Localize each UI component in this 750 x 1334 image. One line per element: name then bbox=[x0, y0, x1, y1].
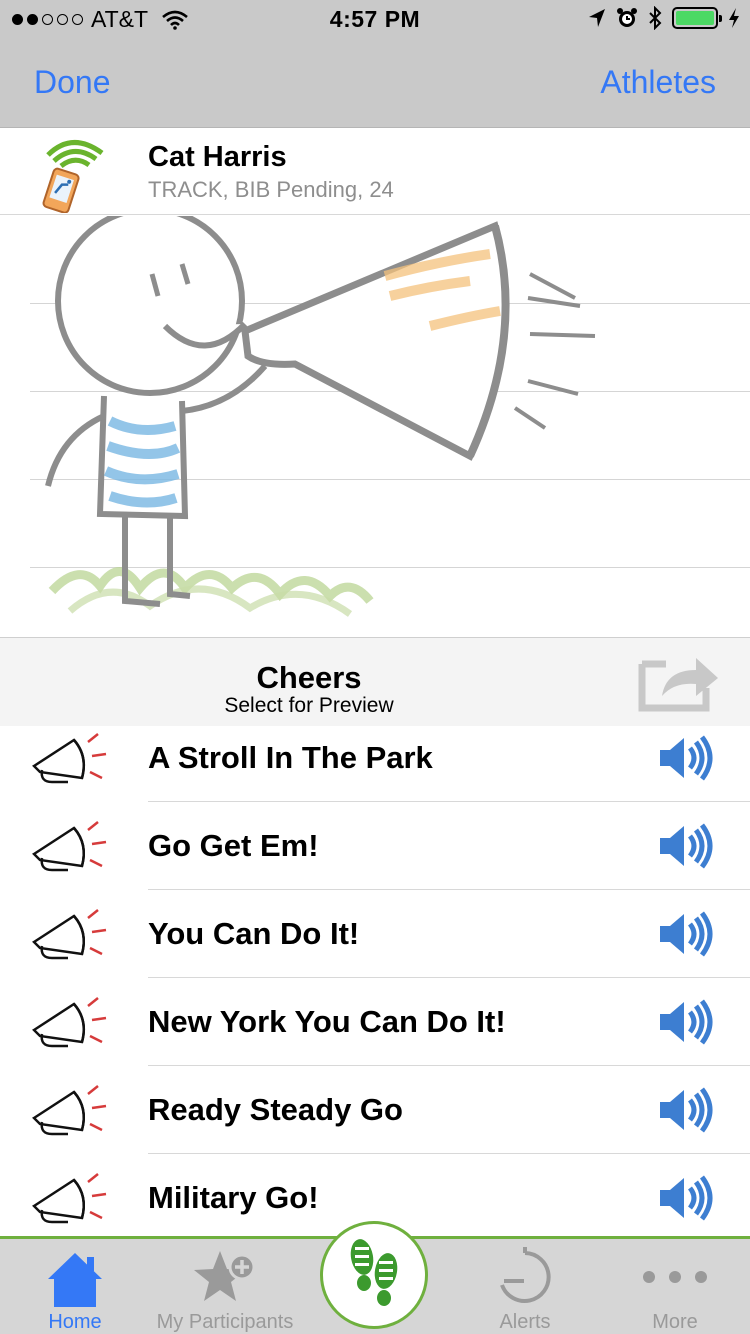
megaphone-person-drawing bbox=[45, 216, 596, 617]
tab-label: Alerts bbox=[499, 1311, 551, 1333]
track-center-button[interactable] bbox=[320, 1221, 428, 1329]
megaphone-icon bbox=[32, 1085, 107, 1136]
battery-fill bbox=[676, 11, 714, 25]
megaphone-icon bbox=[32, 909, 107, 960]
cheer-item[interactable]: Ready Steady Go bbox=[0, 1078, 750, 1166]
cheers-subtitle: Select for Preview bbox=[224, 694, 394, 717]
megaphone-icon bbox=[32, 821, 107, 872]
home-icon bbox=[48, 1253, 102, 1307]
done-button[interactable]: Done bbox=[34, 64, 111, 101]
tab-label: My Participants bbox=[156, 1311, 294, 1333]
cheer-label: You Can Do It! bbox=[148, 916, 360, 951]
tracking-phone-icon bbox=[42, 140, 104, 213]
cheers-title: Cheers bbox=[256, 660, 362, 695]
megaphone-icon bbox=[32, 733, 107, 784]
speaker-icon[interactable] bbox=[656, 1174, 716, 1222]
share-icon[interactable] bbox=[636, 650, 720, 714]
cheer-item[interactable]: You Can Do It! bbox=[0, 902, 750, 990]
cheer-item[interactable]: A Stroll In The Park bbox=[0, 726, 750, 814]
cheer-label: Ready Steady Go bbox=[148, 1092, 403, 1127]
row-divider bbox=[148, 977, 750, 978]
row-divider bbox=[148, 1065, 750, 1066]
speaker-icon[interactable] bbox=[656, 998, 716, 1046]
athlete-details: TRACK, BIB Pending, 24 bbox=[148, 177, 394, 202]
tab-my-participants[interactable]: My Participants bbox=[150, 1239, 300, 1334]
status-icons bbox=[588, 6, 740, 30]
cheers-list: A Stroll In The Park Go Get Em! You Can … bbox=[0, 726, 750, 1237]
cheer-item[interactable]: Go Get Em! bbox=[0, 814, 750, 902]
bluetooth-icon bbox=[649, 6, 662, 30]
megaphone-icon bbox=[32, 1173, 107, 1224]
timer-icon bbox=[500, 1247, 551, 1303]
row-divider bbox=[148, 889, 750, 890]
tab-label: Home bbox=[48, 1311, 102, 1333]
cheer-label: Go Get Em! bbox=[148, 828, 319, 863]
tab-alerts[interactable]: Alerts bbox=[450, 1239, 600, 1334]
location-icon bbox=[589, 9, 605, 27]
alarm-icon bbox=[617, 8, 637, 27]
tab-home[interactable]: Home bbox=[0, 1239, 150, 1334]
cheer-label: A Stroll In The Park bbox=[148, 740, 433, 775]
star-plus-icon bbox=[194, 1251, 256, 1301]
row-divider bbox=[148, 1153, 750, 1154]
speaker-icon[interactable] bbox=[656, 734, 716, 782]
row-divider bbox=[148, 801, 750, 802]
athlete-name: Cat Harris bbox=[148, 141, 287, 173]
speaker-icon[interactable] bbox=[656, 1086, 716, 1134]
tab-more[interactable]: More bbox=[600, 1239, 750, 1334]
cheer-item[interactable]: New York You Can Do It! bbox=[0, 990, 750, 1078]
cheer-label: New York You Can Do It! bbox=[148, 1004, 506, 1039]
cheer-label: Military Go! bbox=[148, 1180, 319, 1215]
cheer-illustration bbox=[0, 216, 750, 637]
battery-icon bbox=[672, 7, 722, 29]
status-bar: AT&T 4:57 PM bbox=[0, 0, 750, 40]
charging-icon bbox=[729, 8, 739, 28]
megaphone-icon bbox=[32, 997, 107, 1048]
tab-label: More bbox=[652, 1311, 698, 1333]
athletes-button[interactable]: Athletes bbox=[600, 64, 716, 101]
speaker-icon[interactable] bbox=[656, 822, 716, 870]
athlete-row[interactable]: Cat Harris TRACK, BIB Pending, 24 bbox=[0, 129, 750, 215]
speaker-icon[interactable] bbox=[656, 910, 716, 958]
footprints-icon bbox=[350, 1239, 398, 1306]
more-icon bbox=[643, 1271, 707, 1283]
